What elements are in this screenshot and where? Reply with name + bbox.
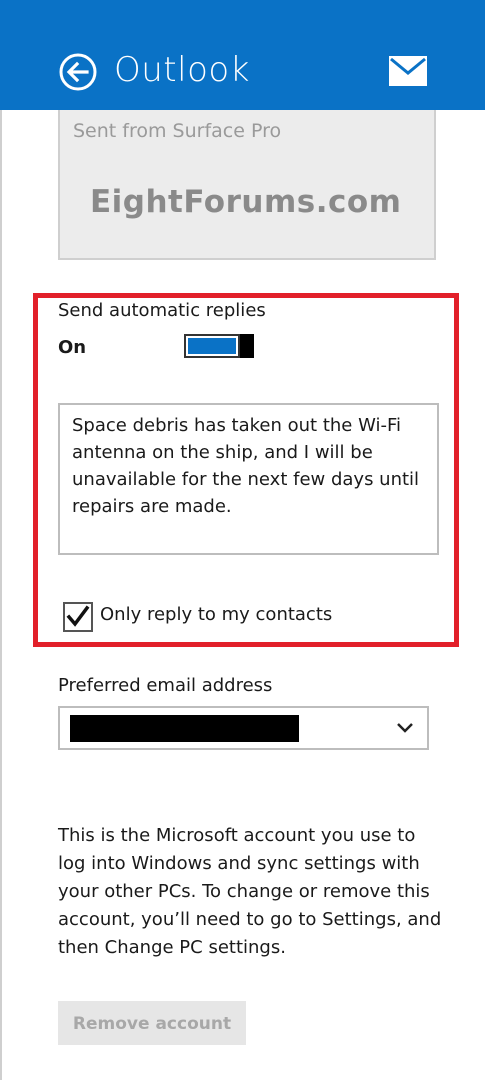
- preferred-email-label: Preferred email address: [58, 675, 273, 696]
- automatic-replies-label: Send automatic replies: [58, 300, 266, 321]
- preferred-email-dropdown[interactable]: [58, 706, 429, 750]
- pane-left-edge: [0, 110, 2, 1080]
- chevron-down-icon: [395, 718, 415, 738]
- automatic-reply-message-input[interactable]: Space debris has taken out the Wi-Fi ant…: [58, 403, 439, 555]
- back-button[interactable]: [58, 52, 98, 92]
- page-title: Outlook: [114, 50, 250, 90]
- toggle-thumb: [240, 334, 254, 358]
- signature-text: Sent from Surface Pro: [73, 120, 282, 142]
- only-contacts-label[interactable]: Only reply to my contacts: [100, 604, 332, 625]
- app-header: Outlook: [0, 0, 485, 110]
- back-arrow-circle-icon: [59, 53, 97, 91]
- only-contacts-checkbox[interactable]: [63, 602, 93, 632]
- mail-envelope-icon: [389, 56, 427, 86]
- account-info-text: This is the Microsoft account you use to…: [58, 825, 442, 958]
- checkmark-icon: [66, 605, 90, 627]
- remove-account-button[interactable]: Remove account: [58, 1001, 246, 1045]
- watermark: EightForums.com: [90, 184, 402, 220]
- signature-field[interactable]: Sent from Surface Pro EightForums.com: [58, 110, 436, 260]
- mail-button[interactable]: [389, 56, 427, 86]
- toggle-track: [184, 334, 240, 358]
- redacted-email-value: [70, 715, 299, 742]
- automatic-replies-toggle[interactable]: [184, 334, 254, 358]
- toggle-state-label: On: [58, 337, 87, 358]
